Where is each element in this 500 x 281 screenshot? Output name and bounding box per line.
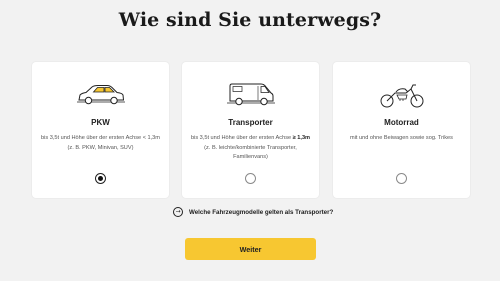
- option-description-prefix: bis 3,5t und Höhe über der ersten Achse: [190, 135, 293, 141]
- continue-button[interactable]: Weiter: [185, 238, 316, 260]
- car-icon: [77, 85, 125, 105]
- option-card-motorrad[interactable]: Motorrad mit und ohne Beiwagen sowie sog…: [333, 62, 470, 198]
- option-title: PKW: [91, 118, 110, 127]
- option-card-pkw[interactable]: PKW bis 3,5t und Höhe über der ersten Ac…: [32, 62, 169, 198]
- option-description-height: ≥ 1,3m: [292, 135, 311, 141]
- option-description-suffix: (z. B. leichte/kombinierte Transporter, …: [204, 144, 297, 161]
- motorcycle-icon: [380, 84, 424, 108]
- radio-motorrad[interactable]: [396, 173, 407, 184]
- option-title: Transporter: [228, 118, 273, 127]
- radio-transporter[interactable]: [245, 173, 256, 184]
- option-description: bis 3,5t und Höhe über der ersten Achse …: [190, 134, 311, 163]
- option-description: bis 3,5t und Höhe über der ersten Achse …: [41, 135, 160, 151]
- option-card-transporter[interactable]: Transporter bis 3,5t und Höhe über der e…: [182, 62, 319, 198]
- radio-pkw[interactable]: [95, 173, 106, 184]
- arrow-right-circle-icon: →: [173, 207, 183, 217]
- van-icon: [227, 83, 275, 106]
- option-description: mit und ohne Beiwagen sowie sog. Trikes: [350, 135, 453, 141]
- page-title: Wie sind Sie unterwegs?: [118, 9, 382, 31]
- info-link-label: Welche Fahrzeugmodelle gelten als Transp…: [189, 208, 334, 216]
- option-title: Motorrad: [384, 118, 419, 127]
- transporter-info-link[interactable]: → Welche Fahrzeugmodelle gelten als Tran…: [173, 207, 333, 217]
